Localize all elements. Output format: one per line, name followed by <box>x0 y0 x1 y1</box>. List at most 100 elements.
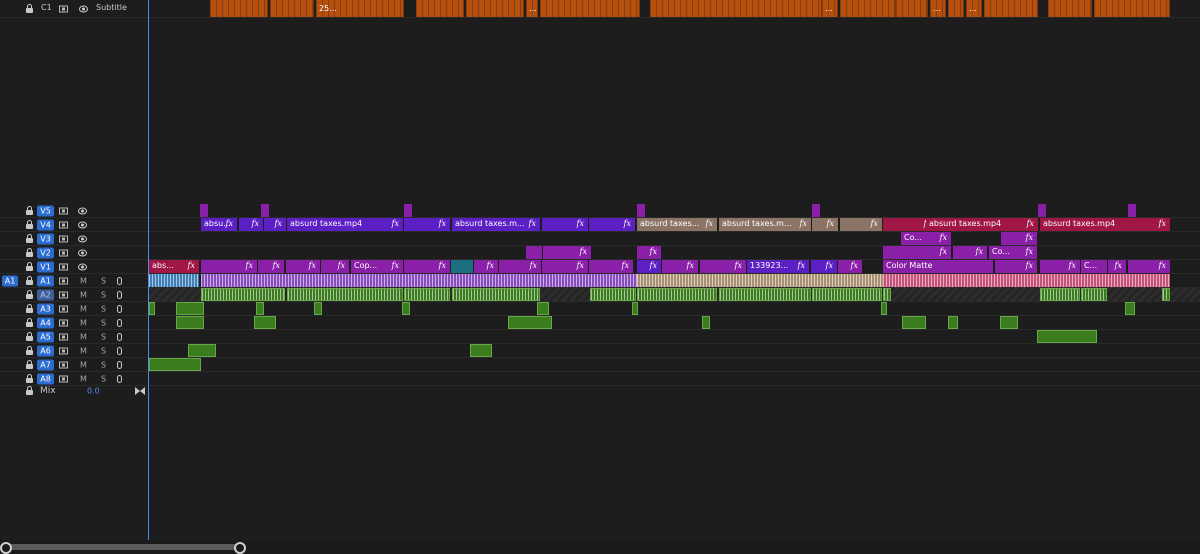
lock-icon[interactable] <box>26 219 33 229</box>
track-target-v3[interactable]: V3 <box>37 233 54 244</box>
clip[interactable] <box>637 204 645 217</box>
mute-button[interactable]: M <box>80 276 87 285</box>
clip[interactable]: fx <box>474 260 498 273</box>
clip[interactable] <box>261 204 269 217</box>
clip[interactable]: fx <box>201 260 257 273</box>
subtitle-clip[interactable] <box>210 0 268 17</box>
audio-clip[interactable] <box>1081 288 1107 301</box>
clip[interactable]: fx <box>995 260 1037 273</box>
eye-icon[interactable] <box>79 5 88 12</box>
clip[interactable] <box>1038 204 1046 217</box>
sync-lock-icon[interactable] <box>59 375 68 382</box>
clip[interactable]: fx <box>542 260 588 273</box>
lock-icon[interactable] <box>26 303 33 313</box>
audio-clip[interactable] <box>452 288 540 301</box>
microphone-icon[interactable] <box>117 374 122 383</box>
sync-lock-icon[interactable] <box>59 319 68 326</box>
clip[interactable] <box>948 316 958 329</box>
sync-lock-icon[interactable] <box>59 235 68 242</box>
clip[interactable] <box>526 246 542 259</box>
solo-button[interactable]: S <box>101 374 106 383</box>
clip[interactable] <box>1128 204 1136 217</box>
clip[interactable] <box>176 302 204 315</box>
sync-lock-icon[interactable] <box>59 305 68 312</box>
clip[interactable]: fx <box>589 218 635 231</box>
lock-icon[interactable] <box>26 359 33 369</box>
clip[interactable]: Co... <box>901 232 923 245</box>
clip[interactable] <box>176 316 204 329</box>
clip[interactable] <box>256 302 264 315</box>
clip[interactable] <box>812 204 820 217</box>
subtitle-clip[interactable] <box>948 0 964 17</box>
microphone-icon[interactable] <box>117 290 122 299</box>
subtitle-clip[interactable] <box>1094 0 1170 17</box>
clip[interactable] <box>470 344 492 357</box>
scrollbar-thumb[interactable] <box>6 544 238 550</box>
clip[interactable]: abs... fx <box>149 260 199 273</box>
solo-button[interactable]: S <box>101 360 106 369</box>
clip[interactable]: absurd taxes.mp4 fx <box>287 218 403 231</box>
microphone-icon[interactable] <box>117 332 122 341</box>
clip[interactable]: fx <box>840 218 882 231</box>
subtitle-clip[interactable] <box>896 0 928 17</box>
audio-clip[interactable] <box>637 288 717 301</box>
solo-button[interactable]: S <box>101 346 106 355</box>
clip[interactable]: absu... fx <box>201 218 237 231</box>
audio-clip[interactable] <box>149 274 199 287</box>
clip[interactable] <box>702 316 710 329</box>
mute-button[interactable]: M <box>80 332 87 341</box>
subtitle-clip[interactable]: 25... <box>316 0 404 17</box>
clip[interactable] <box>902 316 926 329</box>
sync-lock-icon[interactable] <box>59 347 68 354</box>
sync-lock-icon[interactable] <box>59 221 68 228</box>
clip[interactable]: fx <box>637 246 661 259</box>
lock-icon[interactable] <box>26 261 33 271</box>
clip[interactable]: fx <box>258 260 284 273</box>
track-target-a1[interactable]: A1 <box>37 275 54 286</box>
mute-button[interactable]: M <box>80 374 87 383</box>
clip[interactable]: fx <box>239 218 263 231</box>
subtitle-clip[interactable] <box>984 0 1038 17</box>
clip[interactable]: absurd taxes.m... fx <box>452 218 540 231</box>
track-target-a6[interactable]: A6 <box>37 345 54 356</box>
track-target-v1[interactable]: V1 <box>37 261 54 272</box>
audio-clip[interactable] <box>637 274 883 287</box>
clip[interactable]: fx <box>812 218 838 231</box>
clip[interactable]: fx <box>404 260 450 273</box>
track-target-v2[interactable]: V2 <box>37 247 54 258</box>
audio-clip[interactable] <box>201 274 637 287</box>
subtitle-clip[interactable] <box>540 0 640 17</box>
clip[interactable] <box>254 316 276 329</box>
clip[interactable] <box>404 204 412 217</box>
clip[interactable] <box>402 302 410 315</box>
clip[interactable] <box>537 302 549 315</box>
sync-lock-icon[interactable] <box>59 249 68 256</box>
sync-lock-icon[interactable] <box>59 277 68 284</box>
lock-icon[interactable] <box>26 205 33 215</box>
audio-clip[interactable] <box>1040 288 1080 301</box>
track-target-v5[interactable]: V5 <box>37 205 54 216</box>
audio-clip[interactable] <box>287 288 403 301</box>
subtitle-clip[interactable] <box>1048 0 1092 17</box>
microphone-icon[interactable] <box>117 276 122 285</box>
sync-lock-icon[interactable] <box>59 291 68 298</box>
scroll-handle-left[interactable] <box>0 542 12 554</box>
audio-clip[interactable] <box>404 288 450 301</box>
audio-clip[interactable] <box>590 288 636 301</box>
subtitle-clip[interactable]: ... <box>930 0 946 17</box>
clip[interactable] <box>149 302 155 315</box>
track-target-a7[interactable]: A7 <box>37 359 54 370</box>
lock-icon[interactable] <box>26 331 33 341</box>
lock-icon[interactable] <box>26 317 33 327</box>
lock-icon[interactable] <box>26 289 33 299</box>
microphone-icon[interactable] <box>117 304 122 313</box>
eye-icon[interactable] <box>78 263 87 270</box>
clip[interactable]: fx <box>543 246 591 259</box>
sync-lock-icon[interactable] <box>59 361 68 368</box>
clip[interactable]: fx <box>662 260 698 273</box>
eye-icon[interactable] <box>78 221 87 228</box>
sync-lock-icon[interactable] <box>59 207 68 214</box>
sync-lock-icon[interactable] <box>59 333 68 340</box>
clip[interactable] <box>200 204 208 217</box>
clip[interactable]: fx <box>321 260 349 273</box>
